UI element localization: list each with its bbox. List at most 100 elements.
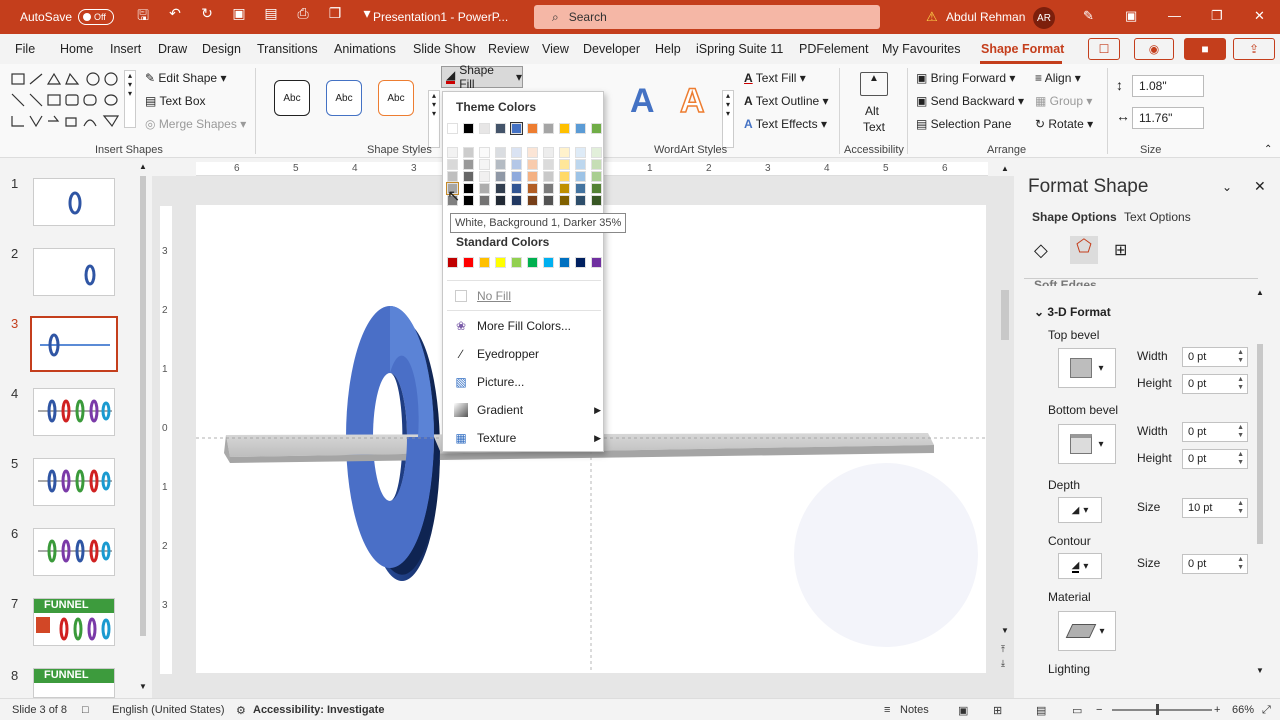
- picture-item[interactable]: ▧ Picture...: [453, 370, 601, 394]
- contour-size-input[interactable]: 0 pt ▲ ▼: [1182, 554, 1248, 574]
- slide-thumbnail-3[interactable]: [30, 316, 118, 372]
- slide-thumbnail-7[interactable]: FUNNEL: [33, 598, 115, 646]
- slide-thumbnail-6[interactable]: [33, 528, 115, 576]
- alt-text-label-1[interactable]: Alt: [865, 104, 879, 118]
- fit-slide-icon[interactable]: ⤢: [1262, 704, 1271, 717]
- tab-shape-options[interactable]: Shape Options: [1032, 210, 1117, 224]
- redo-icon[interactable]: ↻: [198, 5, 216, 29]
- bottom-bevel-height-input[interactable]: 0 pt ▲ ▼: [1182, 449, 1248, 469]
- zoom-in-icon[interactable]: +: [1214, 704, 1220, 716]
- tab-text-options[interactable]: Text Options: [1124, 210, 1191, 224]
- depth-color-picker[interactable]: ◢ ▾: [1058, 497, 1102, 523]
- canvas-scrollbar[interactable]: ▲ ▼ ⤒ ⤓: [998, 162, 1012, 692]
- theme-color-swatch[interactable]: [447, 123, 458, 134]
- theme-color-swatch[interactable]: [591, 123, 602, 134]
- top-bevel-picker[interactable]: ▾: [1058, 348, 1116, 388]
- standard-color-swatch[interactable]: [495, 257, 506, 268]
- material-picker[interactable]: ▾: [1058, 611, 1116, 651]
- theme-color-shade-swatch[interactable]: [575, 159, 586, 170]
- theme-color-shade-swatch[interactable]: [575, 195, 586, 206]
- theme-color-shade-swatch[interactable]: [447, 171, 458, 182]
- theme-color-shade-swatch[interactable]: [543, 147, 554, 158]
- tab-home[interactable]: Home: [60, 42, 93, 56]
- search-box[interactable]: ⌕ Search: [534, 5, 880, 29]
- shape-styles-more[interactable]: ▴ ▾ ▾: [428, 90, 440, 148]
- theme-color-shade-swatch[interactable]: [495, 159, 506, 170]
- theme-color-shade-swatch[interactable]: [495, 147, 506, 158]
- theme-color-shade-swatch[interactable]: [479, 159, 490, 170]
- warning-icon[interactable]: ⚠: [926, 9, 938, 25]
- theme-color-shade-swatch[interactable]: [591, 195, 602, 206]
- alt-text-label-2[interactable]: Text: [863, 120, 885, 134]
- theme-color-shade-swatch[interactable]: [527, 183, 538, 194]
- send-backward-button[interactable]: ▣ Send Backward ▾: [916, 94, 1024, 108]
- theme-color-shade-swatch[interactable]: [463, 159, 474, 170]
- rotate-button[interactable]: ↻ Rotate ▾: [1035, 117, 1093, 131]
- restore-icon[interactable]: ❐: [1211, 8, 1223, 24]
- text-effects-button[interactable]: A Text Effects ▾: [744, 117, 827, 131]
- theme-color-shade-swatch[interactable]: [527, 159, 538, 170]
- theme-color-shade-swatch[interactable]: [463, 195, 474, 206]
- slide-thumbnail-4[interactable]: [33, 388, 115, 436]
- language-indicator[interactable]: English (United States): [112, 704, 225, 716]
- slideshow-icon[interactable]: ▭: [1072, 704, 1082, 717]
- theme-color-shade-swatch[interactable]: [527, 147, 538, 158]
- ribbon-display-icon[interactable]: ▣: [1125, 8, 1137, 24]
- print-icon[interactable]: ⎙: [294, 5, 312, 29]
- bottom-bevel-picker[interactable]: ▾: [1058, 424, 1116, 464]
- theme-color-shade-swatch[interactable]: [479, 147, 490, 158]
- standard-color-swatch[interactable]: [511, 257, 522, 268]
- gradient-item[interactable]: Gradient ▶: [453, 398, 601, 422]
- merge-shapes-button[interactable]: ◎ Merge Shapes ▾: [145, 117, 246, 131]
- alt-text-icon[interactable]: ▲: [860, 72, 888, 96]
- comments-icon[interactable]: ☐: [1088, 38, 1120, 60]
- standard-color-swatch[interactable]: [463, 257, 474, 268]
- shape-style-1[interactable]: Abc: [274, 80, 310, 116]
- shapes-gallery-more[interactable]: ▴ ▾ ▾: [124, 70, 136, 128]
- undo-icon[interactable]: ↶: [166, 5, 184, 29]
- theme-color-swatch[interactable]: [575, 123, 586, 134]
- text-fill-button[interactable]: A Text Fill ▾: [744, 71, 806, 85]
- theme-color-shade-swatch[interactable]: [479, 183, 490, 194]
- theme-color-shade-swatch[interactable]: [575, 183, 586, 194]
- theme-color-shade-swatch[interactable]: [479, 195, 490, 206]
- section-3d-format[interactable]: ⌄ 3-D Format: [1034, 305, 1111, 319]
- theme-color-shade-swatch[interactable]: [447, 147, 458, 158]
- theme-color-shade-swatch[interactable]: [559, 171, 570, 182]
- save-icon[interactable]: 🖫: [134, 5, 152, 29]
- tab-animations[interactable]: Animations: [334, 42, 396, 56]
- tab-slide-show[interactable]: Slide Show: [413, 42, 476, 56]
- standard-color-swatch[interactable]: [543, 257, 554, 268]
- group-button[interactable]: ▦ Group ▾: [1035, 94, 1092, 108]
- slide-thumbnail-5[interactable]: [33, 458, 115, 506]
- tab-ispring[interactable]: iSpring Suite 11: [696, 42, 783, 56]
- theme-color-shade-swatch[interactable]: [495, 171, 506, 182]
- reading-view-icon[interactable]: ▤: [1036, 704, 1046, 717]
- theme-color-shade-swatch[interactable]: [479, 171, 490, 182]
- normal-view-icon[interactable]: ▣: [958, 704, 968, 717]
- bring-forward-button[interactable]: ▣ Bring Forward ▾: [916, 71, 1015, 85]
- contour-color-picker[interactable]: ◢ ▾: [1058, 553, 1102, 579]
- tab-help[interactable]: Help: [655, 42, 681, 56]
- text-outline-button[interactable]: A Text Outline ▾: [744, 94, 829, 108]
- collapse-ribbon-icon[interactable]: ⌃: [1264, 144, 1272, 155]
- shape-width-input[interactable]: 11.76": [1132, 107, 1204, 129]
- texture-item[interactable]: ▦ Texture ▶: [453, 426, 601, 450]
- close-icon[interactable]: ✕: [1254, 8, 1265, 24]
- theme-color-swatch[interactable]: [479, 123, 490, 134]
- theme-color-shade-swatch[interactable]: [495, 183, 506, 194]
- accessibility-status[interactable]: Accessibility: Investigate: [253, 704, 384, 716]
- tab-shape-format[interactable]: Shape Format: [981, 42, 1064, 56]
- text-box-button[interactable]: ▤ Text Box: [145, 94, 206, 108]
- theme-color-shade-swatch[interactable]: [511, 195, 522, 206]
- theme-color-swatch[interactable]: [543, 123, 554, 134]
- tab-file[interactable]: File: [15, 42, 35, 56]
- effects-icon[interactable]: ⬠: [1070, 236, 1098, 264]
- theme-color-swatch[interactable]: [559, 123, 570, 134]
- tab-my-favourites[interactable]: My Favourites: [882, 42, 961, 56]
- share-icon[interactable]: ⇪: [1233, 38, 1275, 60]
- record-icon[interactable]: ◉: [1134, 38, 1174, 60]
- theme-color-shade-swatch[interactable]: [447, 159, 458, 170]
- theme-color-shade-swatch[interactable]: [559, 195, 570, 206]
- theme-color-shade-swatch[interactable]: [463, 147, 474, 158]
